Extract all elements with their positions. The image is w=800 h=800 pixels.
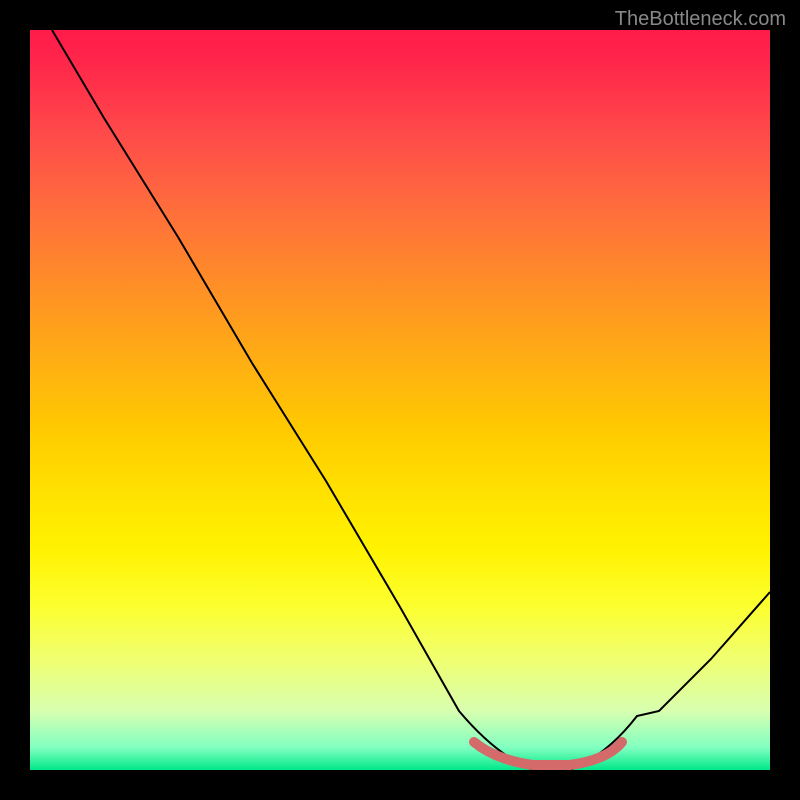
bottleneck-curve-line bbox=[52, 30, 770, 770]
optimal-range-highlight bbox=[474, 742, 622, 765]
chart-plot-area bbox=[30, 30, 770, 770]
watermark-text: TheBottleneck.com bbox=[615, 8, 786, 31]
chart-svg bbox=[30, 30, 770, 770]
